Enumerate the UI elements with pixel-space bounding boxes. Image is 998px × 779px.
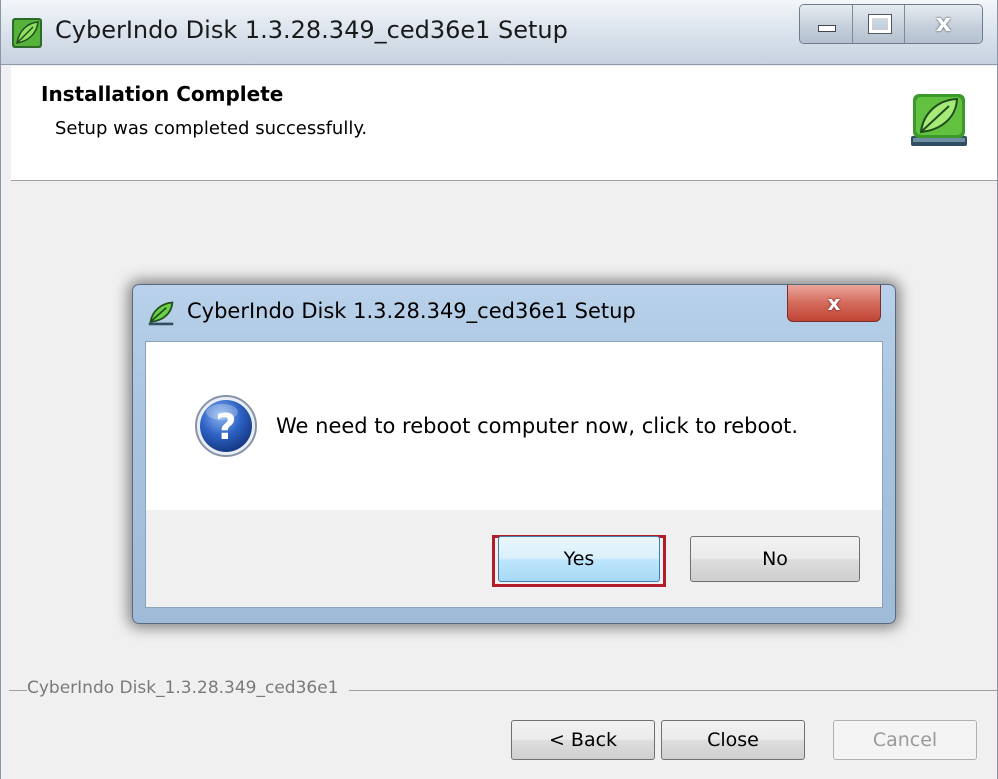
window-close-button[interactable]: x bbox=[904, 5, 982, 43]
window-title: CyberIndo Disk 1.3.28.349_ced36e1 Setup bbox=[55, 16, 568, 44]
page-header: Installation Complete Setup was complete… bbox=[11, 66, 997, 181]
page-subtitle: Setup was completed successfully. bbox=[55, 118, 368, 139]
no-button[interactable]: No bbox=[690, 536, 860, 582]
caption-buttons: x bbox=[799, 4, 983, 44]
reboot-dialog: CyberIndo Disk 1.3.28.349_ced36e1 Setup … bbox=[132, 284, 896, 624]
svg-text:?: ? bbox=[216, 407, 237, 448]
leaf-app-icon bbox=[148, 301, 174, 326]
leaf-app-icon bbox=[12, 18, 42, 48]
yes-button[interactable]: Yes bbox=[498, 536, 660, 582]
close-button[interactable]: Close bbox=[661, 720, 805, 760]
question-icon: ? bbox=[195, 395, 257, 457]
cancel-button: Cancel bbox=[833, 720, 977, 760]
dialog-footer: Yes No bbox=[145, 510, 883, 608]
back-button[interactable]: < Back bbox=[511, 720, 655, 760]
window-titlebar[interactable]: CyberIndo Disk 1.3.28.349_ced36e1 Setup … bbox=[1, 0, 997, 65]
page-title: Installation Complete bbox=[41, 82, 284, 106]
dialog-titlebar[interactable]: CyberIndo Disk 1.3.28.349_ced36e1 Setup … bbox=[133, 285, 895, 339]
dialog-title: CyberIndo Disk 1.3.28.349_ced36e1 Setup bbox=[187, 299, 636, 323]
leaf-disk-icon bbox=[911, 94, 967, 146]
minimize-button[interactable] bbox=[800, 5, 852, 43]
dialog-body: ? We need to reboot computer now, click … bbox=[145, 341, 883, 510]
close-icon: x bbox=[935, 9, 952, 37]
close-icon: x bbox=[827, 291, 841, 315]
branding-label: CyberIndo Disk_1.3.28.349_ced36e1 bbox=[27, 678, 349, 698]
dialog-message: We need to reboot computer now, click to… bbox=[276, 414, 799, 438]
dialog-close-button[interactable]: x bbox=[787, 285, 881, 322]
maximize-button[interactable] bbox=[852, 5, 904, 43]
